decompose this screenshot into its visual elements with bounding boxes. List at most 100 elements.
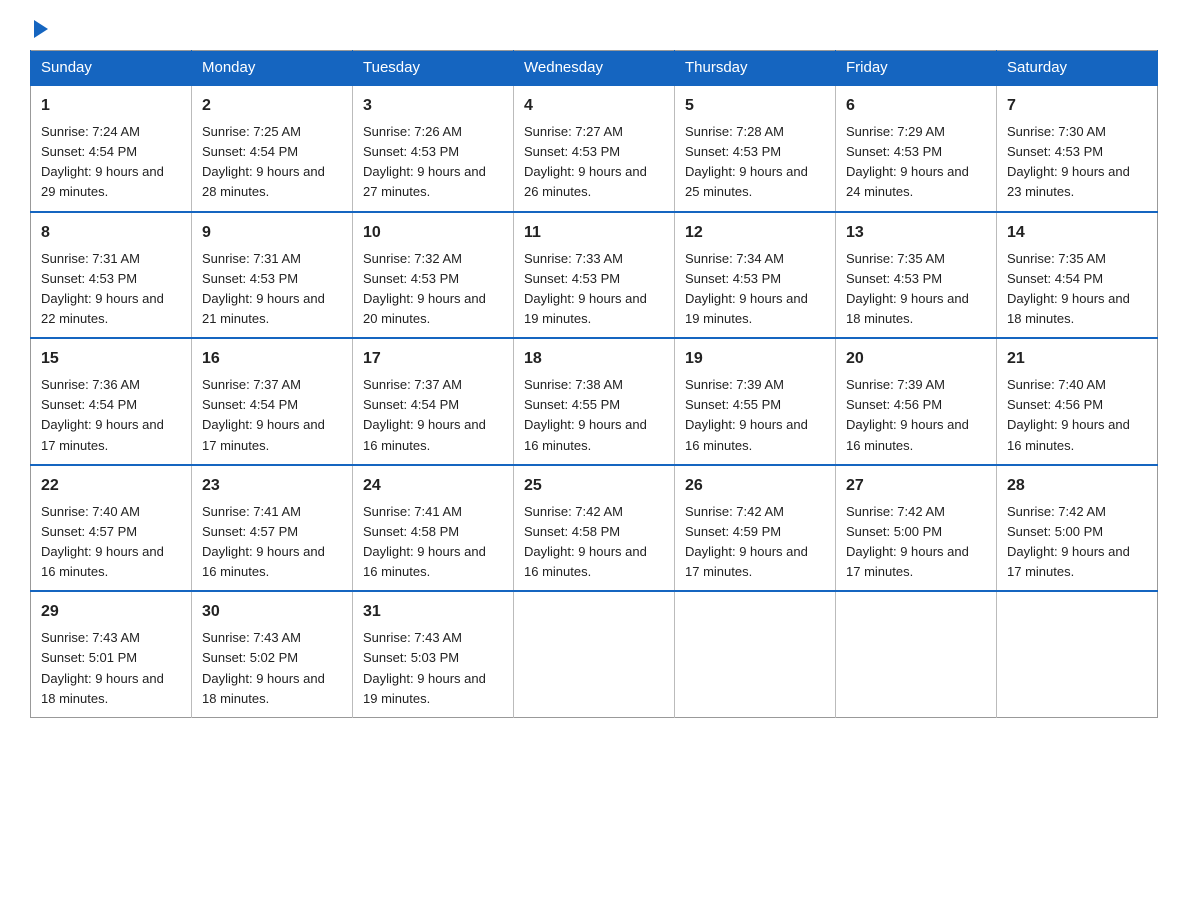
day-info: Sunrise: 7:32 AMSunset: 4:53 PMDaylight:… [363,251,486,326]
day-number: 25 [524,474,664,498]
day-number: 28 [1007,474,1147,498]
day-info: Sunrise: 7:43 AMSunset: 5:03 PMDaylight:… [363,630,486,705]
day-number: 2 [202,94,342,118]
calendar-table: SundayMondayTuesdayWednesdayThursdayFrid… [30,50,1158,718]
day-info: Sunrise: 7:43 AMSunset: 5:01 PMDaylight:… [41,630,164,705]
day-number: 10 [363,221,503,245]
calendar-cell: 15 Sunrise: 7:36 AMSunset: 4:54 PMDaylig… [31,338,192,465]
calendar-cell: 30 Sunrise: 7:43 AMSunset: 5:02 PMDaylig… [192,591,353,717]
day-info: Sunrise: 7:38 AMSunset: 4:55 PMDaylight:… [524,377,647,452]
day-number: 26 [685,474,825,498]
page-header [30,20,1158,34]
weekday-header-thursday: Thursday [675,51,836,86]
day-number: 4 [524,94,664,118]
logo-line1 [30,20,48,38]
weekday-header-monday: Monday [192,51,353,86]
logo-arrow-icon [34,20,48,38]
calendar-cell: 13 Sunrise: 7:35 AMSunset: 4:53 PMDaylig… [836,212,997,339]
day-number: 23 [202,474,342,498]
day-info: Sunrise: 7:26 AMSunset: 4:53 PMDaylight:… [363,124,486,199]
calendar-cell: 3 Sunrise: 7:26 AMSunset: 4:53 PMDayligh… [353,85,514,212]
calendar-cell: 24 Sunrise: 7:41 AMSunset: 4:58 PMDaylig… [353,465,514,592]
calendar-cell: 14 Sunrise: 7:35 AMSunset: 4:54 PMDaylig… [997,212,1158,339]
day-number: 30 [202,600,342,624]
day-number: 1 [41,94,181,118]
day-number: 9 [202,221,342,245]
day-info: Sunrise: 7:31 AMSunset: 4:53 PMDaylight:… [41,251,164,326]
calendar-cell [675,591,836,717]
day-number: 14 [1007,221,1147,245]
day-info: Sunrise: 7:25 AMSunset: 4:54 PMDaylight:… [202,124,325,199]
day-number: 19 [685,347,825,371]
calendar-cell [514,591,675,717]
day-number: 16 [202,347,342,371]
day-info: Sunrise: 7:43 AMSunset: 5:02 PMDaylight:… [202,630,325,705]
calendar-cell: 29 Sunrise: 7:43 AMSunset: 5:01 PMDaylig… [31,591,192,717]
day-info: Sunrise: 7:39 AMSunset: 4:56 PMDaylight:… [846,377,969,452]
calendar-cell: 11 Sunrise: 7:33 AMSunset: 4:53 PMDaylig… [514,212,675,339]
day-info: Sunrise: 7:29 AMSunset: 4:53 PMDaylight:… [846,124,969,199]
week-row-1: 1 Sunrise: 7:24 AMSunset: 4:54 PMDayligh… [31,85,1158,212]
day-info: Sunrise: 7:30 AMSunset: 4:53 PMDaylight:… [1007,124,1130,199]
weekday-header-saturday: Saturday [997,51,1158,86]
day-number: 27 [846,474,986,498]
calendar-cell: 26 Sunrise: 7:42 AMSunset: 4:59 PMDaylig… [675,465,836,592]
day-info: Sunrise: 7:31 AMSunset: 4:53 PMDaylight:… [202,251,325,326]
day-info: Sunrise: 7:41 AMSunset: 4:57 PMDaylight:… [202,504,325,579]
day-number: 5 [685,94,825,118]
day-number: 17 [363,347,503,371]
day-info: Sunrise: 7:41 AMSunset: 4:58 PMDaylight:… [363,504,486,579]
week-row-2: 8 Sunrise: 7:31 AMSunset: 4:53 PMDayligh… [31,212,1158,339]
weekday-header-friday: Friday [836,51,997,86]
calendar-cell: 12 Sunrise: 7:34 AMSunset: 4:53 PMDaylig… [675,212,836,339]
calendar-cell: 27 Sunrise: 7:42 AMSunset: 5:00 PMDaylig… [836,465,997,592]
calendar-cell: 19 Sunrise: 7:39 AMSunset: 4:55 PMDaylig… [675,338,836,465]
day-number: 12 [685,221,825,245]
day-info: Sunrise: 7:28 AMSunset: 4:53 PMDaylight:… [685,124,808,199]
calendar-cell: 6 Sunrise: 7:29 AMSunset: 4:53 PMDayligh… [836,85,997,212]
calendar-cell: 2 Sunrise: 7:25 AMSunset: 4:54 PMDayligh… [192,85,353,212]
day-number: 21 [1007,347,1147,371]
day-number: 6 [846,94,986,118]
calendar-cell: 17 Sunrise: 7:37 AMSunset: 4:54 PMDaylig… [353,338,514,465]
calendar-cell: 22 Sunrise: 7:40 AMSunset: 4:57 PMDaylig… [31,465,192,592]
calendar-cell: 16 Sunrise: 7:37 AMSunset: 4:54 PMDaylig… [192,338,353,465]
day-info: Sunrise: 7:27 AMSunset: 4:53 PMDaylight:… [524,124,647,199]
day-info: Sunrise: 7:42 AMSunset: 4:58 PMDaylight:… [524,504,647,579]
day-info: Sunrise: 7:34 AMSunset: 4:53 PMDaylight:… [685,251,808,326]
calendar-cell: 25 Sunrise: 7:42 AMSunset: 4:58 PMDaylig… [514,465,675,592]
day-info: Sunrise: 7:39 AMSunset: 4:55 PMDaylight:… [685,377,808,452]
calendar-cell: 4 Sunrise: 7:27 AMSunset: 4:53 PMDayligh… [514,85,675,212]
day-number: 15 [41,347,181,371]
day-number: 7 [1007,94,1147,118]
day-info: Sunrise: 7:42 AMSunset: 5:00 PMDaylight:… [1007,504,1130,579]
day-number: 20 [846,347,986,371]
day-info: Sunrise: 7:33 AMSunset: 4:53 PMDaylight:… [524,251,647,326]
calendar-cell: 18 Sunrise: 7:38 AMSunset: 4:55 PMDaylig… [514,338,675,465]
calendar-cell: 31 Sunrise: 7:43 AMSunset: 5:03 PMDaylig… [353,591,514,717]
day-number: 3 [363,94,503,118]
day-info: Sunrise: 7:40 AMSunset: 4:57 PMDaylight:… [41,504,164,579]
calendar-cell: 23 Sunrise: 7:41 AMSunset: 4:57 PMDaylig… [192,465,353,592]
calendar-cell: 1 Sunrise: 7:24 AMSunset: 4:54 PMDayligh… [31,85,192,212]
week-row-3: 15 Sunrise: 7:36 AMSunset: 4:54 PMDaylig… [31,338,1158,465]
day-number: 29 [41,600,181,624]
weekday-header-row: SundayMondayTuesdayWednesdayThursdayFrid… [31,51,1158,86]
day-info: Sunrise: 7:40 AMSunset: 4:56 PMDaylight:… [1007,377,1130,452]
weekday-header-sunday: Sunday [31,51,192,86]
calendar-cell: 10 Sunrise: 7:32 AMSunset: 4:53 PMDaylig… [353,212,514,339]
day-info: Sunrise: 7:42 AMSunset: 4:59 PMDaylight:… [685,504,808,579]
calendar-cell: 21 Sunrise: 7:40 AMSunset: 4:56 PMDaylig… [997,338,1158,465]
logo [30,20,48,34]
day-number: 11 [524,221,664,245]
week-row-4: 22 Sunrise: 7:40 AMSunset: 4:57 PMDaylig… [31,465,1158,592]
weekday-header-wednesday: Wednesday [514,51,675,86]
day-number: 8 [41,221,181,245]
calendar-cell: 28 Sunrise: 7:42 AMSunset: 5:00 PMDaylig… [997,465,1158,592]
day-number: 24 [363,474,503,498]
day-number: 31 [363,600,503,624]
day-number: 22 [41,474,181,498]
week-row-5: 29 Sunrise: 7:43 AMSunset: 5:01 PMDaylig… [31,591,1158,717]
calendar-cell: 5 Sunrise: 7:28 AMSunset: 4:53 PMDayligh… [675,85,836,212]
weekday-header-tuesday: Tuesday [353,51,514,86]
